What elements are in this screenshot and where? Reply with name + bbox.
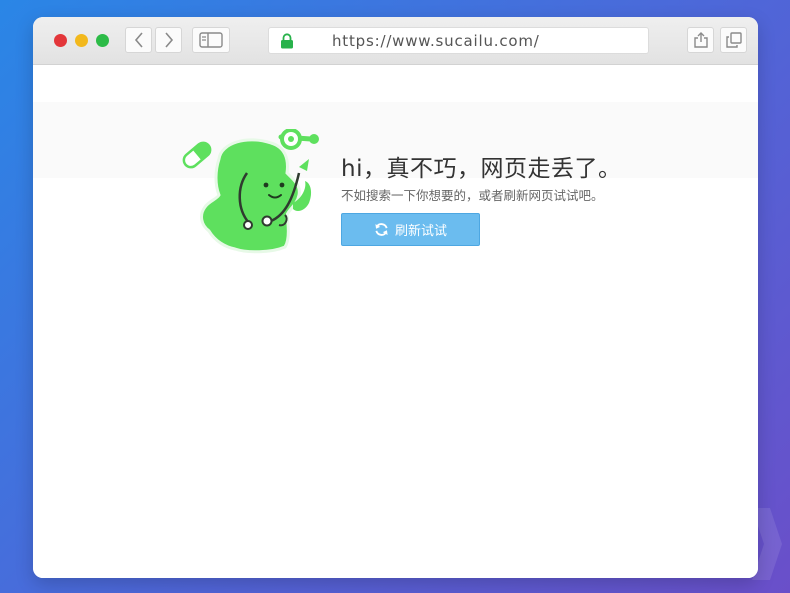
refresh-button[interactable]: 刷新试试 — [341, 213, 480, 246]
address-bar[interactable]: https://www.sucailu.com/ — [268, 27, 649, 54]
chevron-left-icon — [134, 32, 143, 48]
chevron-right-icon — [164, 32, 173, 48]
browser-window: https://www.sucailu.com/ hi，真不巧，网页走丢了。 不… — [33, 17, 758, 578]
error-headline: hi，真不巧，网页走丢了。 — [341, 156, 622, 182]
refresh-button-label: 刷新试试 — [394, 224, 447, 239]
page-content: hi，真不巧，网页走丢了。 不如搜索一下你想要的，或者刷新网页试试吧。 刷新试试 — [33, 65, 758, 578]
tabs-icon — [725, 32, 742, 48]
sidebar-button[interactable] — [192, 27, 230, 53]
forward-button[interactable] — [155, 27, 182, 53]
browser-toolbar: https://www.sucailu.com/ — [33, 17, 758, 65]
tabs-button[interactable] — [720, 27, 747, 53]
maximize-window-button[interactable] — [96, 34, 109, 47]
minimize-window-button[interactable] — [75, 34, 88, 47]
lock-icon — [281, 33, 293, 49]
share-button[interactable] — [687, 27, 714, 53]
close-window-button[interactable] — [54, 34, 67, 47]
share-icon — [693, 32, 708, 48]
mascot-illustration — [182, 129, 319, 254]
refresh-icon — [375, 223, 388, 236]
error-subline: 不如搜索一下你想要的，或者刷新网页试试吧。 — [341, 188, 604, 203]
back-button[interactable] — [125, 27, 152, 53]
sidebar-icon — [199, 32, 223, 48]
url-text: https://www.sucailu.com/ — [332, 32, 540, 50]
